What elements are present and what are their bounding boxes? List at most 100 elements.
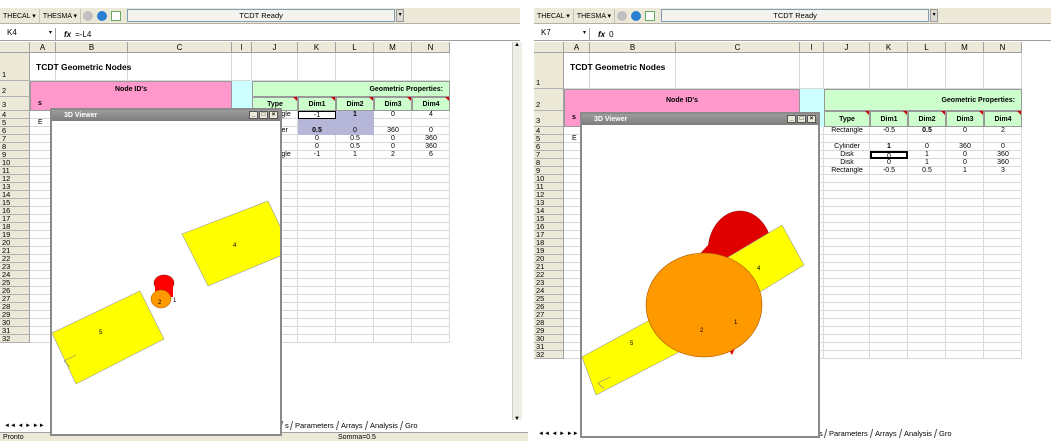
row-header-1[interactable]: 1 <box>534 53 564 89</box>
table-cell[interactable]: 1 <box>946 167 984 175</box>
vertical-scrollbar[interactable]: ▲ ▼ <box>512 42 522 422</box>
column-header-b[interactable]: B <box>56 42 128 53</box>
row-header-24[interactable]: 24 <box>0 271 30 279</box>
table-cell[interactable]: 360 <box>984 159 1022 167</box>
table-cell[interactable]: 6 <box>412 151 450 159</box>
row-header-15[interactable]: 15 <box>534 215 564 223</box>
row-header-10[interactable]: 10 <box>534 175 564 183</box>
column-header-l[interactable]: L <box>908 42 946 53</box>
sheet-tab-4[interactable]: Gro <box>933 429 956 438</box>
column-header-k[interactable]: K <box>298 42 336 53</box>
table-cell[interactable]: 0 <box>298 143 336 151</box>
table-cell[interactable] <box>870 135 908 143</box>
table-cell[interactable]: Disk <box>824 151 870 159</box>
table-cell[interactable]: Rectangle <box>824 167 870 175</box>
row-header-4[interactable]: 4 <box>534 127 564 135</box>
table-cell[interactable] <box>298 119 336 127</box>
row-header-24[interactable]: 24 <box>534 287 564 295</box>
column-header-l[interactable]: L <box>336 42 374 53</box>
sheet-tab-4[interactable]: Gro <box>399 421 422 430</box>
row-header-18[interactable]: 18 <box>534 239 564 247</box>
3d-viewer-window[interactable]: 3D Viewer _ □ × 5 4 2 1 <box>580 112 820 438</box>
table-cell[interactable]: 360 <box>412 135 450 143</box>
row-header-20[interactable]: 20 <box>0 239 30 247</box>
row-header-9[interactable]: 9 <box>534 167 564 175</box>
row-header-12[interactable]: 12 <box>0 175 30 183</box>
globe-icon[interactable] <box>97 10 108 21</box>
table-cell[interactable]: Disk <box>824 159 870 167</box>
row-header-4[interactable]: 4 <box>0 111 30 119</box>
row-header-31[interactable]: 31 <box>0 327 30 335</box>
row-header-22[interactable]: 22 <box>534 271 564 279</box>
table-cell[interactable]: 1 <box>908 159 946 167</box>
name-box[interactable]: K4 ▾ <box>0 28 56 40</box>
row-header-28[interactable]: 28 <box>534 319 564 327</box>
name-box[interactable]: K7 ▾ <box>534 28 590 40</box>
table-cell[interactable]: 2 <box>374 151 412 159</box>
table-cell[interactable] <box>374 119 412 127</box>
table-cell[interactable] <box>336 119 374 127</box>
row-header-14[interactable]: 14 <box>534 207 564 215</box>
sheet-tab-2[interactable]: Arrays <box>335 421 368 430</box>
table-cell[interactable]: 3 <box>984 167 1022 175</box>
row-header-16[interactable]: 16 <box>0 207 30 215</box>
table-cell[interactable] <box>824 135 870 143</box>
sheet-tab-1[interactable]: Parameters <box>290 421 339 430</box>
row-header-29[interactable]: 29 <box>0 311 30 319</box>
column-header-k[interactable]: K <box>870 42 908 53</box>
table-cell[interactable]: Cylinder <box>824 143 870 151</box>
column-header-j[interactable]: J <box>252 42 298 53</box>
row-header-3[interactable]: 3 <box>534 111 564 127</box>
row-header-20[interactable]: 20 <box>534 255 564 263</box>
row-header-7[interactable]: 7 <box>534 151 564 159</box>
row-header-5[interactable]: 5 <box>534 135 564 143</box>
row-header-2[interactable]: 2 <box>0 81 30 97</box>
row-header-22[interactable]: 22 <box>0 255 30 263</box>
row-header-30[interactable]: 30 <box>534 335 564 343</box>
table-cell[interactable]: 0 <box>946 159 984 167</box>
row-header-27[interactable]: 27 <box>534 311 564 319</box>
list-icon[interactable] <box>111 10 122 21</box>
row-header-29[interactable]: 29 <box>534 327 564 335</box>
maximize-button[interactable]: □ <box>797 115 806 123</box>
table-cell[interactable]: 0 <box>412 127 450 135</box>
row-header-17[interactable]: 17 <box>0 215 30 223</box>
table-cell[interactable]: 360 <box>946 143 984 151</box>
sheet-tab-3[interactable]: Analysis <box>898 429 936 438</box>
table-cell[interactable]: 4 <box>412 111 450 119</box>
scroll-up-icon[interactable]: ▲ <box>514 42 520 48</box>
row-header-7[interactable]: 7 <box>0 135 30 143</box>
table-cell[interactable] <box>412 119 450 127</box>
select-all-corner[interactable] <box>534 42 564 53</box>
column-header-j[interactable]: J <box>824 42 870 53</box>
table-cell[interactable]: 0 <box>374 135 412 143</box>
row-header-1[interactable]: 1 <box>0 53 30 81</box>
globe-icon[interactable] <box>631 10 642 21</box>
table-cell[interactable]: Rectangle <box>824 127 870 135</box>
table-cell[interactable]: 1 <box>870 143 908 151</box>
thesma-menu[interactable]: THESMA ▾ <box>574 8 616 23</box>
table-cell[interactable]: 0 <box>298 135 336 143</box>
close-button[interactable]: × <box>807 115 816 123</box>
table-cell[interactable]: 0.5 <box>908 167 946 175</box>
table-cell[interactable]: 0 <box>374 143 412 151</box>
row-header-13[interactable]: 13 <box>534 199 564 207</box>
thecal-menu[interactable]: THECAL ▾ <box>0 8 40 23</box>
3d-scene[interactable]: 5 4 2 1 <box>581 125 818 436</box>
row-header-17[interactable]: 17 <box>534 231 564 239</box>
tab-nav-icon[interactable]: ◄◄ ◄ ► ►► <box>4 423 45 429</box>
row-header-3[interactable]: 3 <box>0 97 30 111</box>
row-header-14[interactable]: 14 <box>0 191 30 199</box>
thesma-menu[interactable]: THESMA ▾ <box>40 8 82 23</box>
column-header-m[interactable]: M <box>374 42 412 53</box>
row-header-8[interactable]: 8 <box>0 143 30 151</box>
row-header-8[interactable]: 8 <box>534 159 564 167</box>
row-header-23[interactable]: 23 <box>0 263 30 271</box>
row-header-11[interactable]: 11 <box>0 167 30 175</box>
table-cell[interactable]: 0 <box>984 143 1022 151</box>
column-header-b[interactable]: B <box>590 42 676 53</box>
maximize-button[interactable]: □ <box>259 111 268 119</box>
minimize-button[interactable]: _ <box>787 115 796 123</box>
gear-icon[interactable] <box>617 10 628 21</box>
table-cell[interactable]: -1 <box>298 111 336 119</box>
